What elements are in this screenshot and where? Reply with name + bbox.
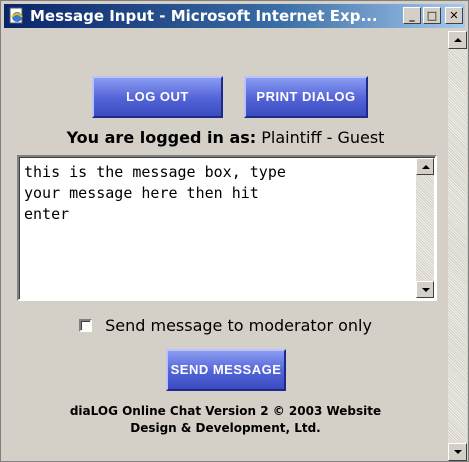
- message-scroll-up-button[interactable]: [416, 158, 434, 175]
- footer-line-1: diaLOG Online Chat Version 2 © 2003 Webs…: [69, 404, 382, 418]
- message-text[interactable]: this is the message box, type your messa…: [24, 162, 409, 225]
- scroll-down-icon: [454, 450, 462, 454]
- logout-button[interactable]: LOG OUT: [92, 76, 223, 118]
- footer-credit: diaLOG Online Chat Version 2 © 2003 Webs…: [4, 403, 447, 437]
- maximize-icon: □: [426, 9, 438, 22]
- ie-page-icon: [8, 7, 26, 25]
- message-textarea[interactable]: this is the message box, type your messa…: [17, 155, 437, 301]
- login-label: You are logged in as:: [66, 128, 257, 147]
- minimize-button[interactable]: _: [403, 7, 421, 24]
- moderator-option: Send message to moderator only: [4, 316, 447, 335]
- close-button[interactable]: ✕: [445, 7, 463, 24]
- moderator-label[interactable]: Send message to moderator only: [105, 316, 372, 335]
- page-scroll-up-button[interactable]: [448, 31, 467, 49]
- minimize-icon: _: [409, 9, 415, 22]
- window-title: Message Input - Microsoft Internet Exp..…: [30, 7, 378, 25]
- message-scroll-down-button[interactable]: [416, 281, 434, 298]
- page-scrollbar[interactable]: [448, 31, 467, 461]
- scroll-up-icon: [454, 38, 462, 42]
- print-dialog-button[interactable]: PRINT DIALOG: [244, 76, 368, 118]
- title-bar[interactable]: Message Input - Microsoft Internet Exp..…: [4, 4, 465, 28]
- moderator-checkbox[interactable]: [79, 319, 93, 332]
- page-scroll-down-button[interactable]: [448, 443, 467, 461]
- scroll-up-icon: [422, 165, 430, 169]
- send-message-button[interactable]: SEND MESSAGE: [166, 349, 286, 391]
- message-scrollbar[interactable]: [416, 158, 434, 298]
- scroll-down-icon: [422, 288, 430, 292]
- browser-window: Message Input - Microsoft Internet Exp..…: [0, 0, 469, 462]
- footer-line-2: Design & Development, Ltd.: [130, 421, 321, 435]
- close-icon: ✕: [449, 9, 459, 22]
- maximize-button[interactable]: □: [423, 7, 441, 24]
- page-content: LOG OUT PRINT DIALOG You are logged in a…: [4, 31, 447, 461]
- login-user: Plaintiff - Guest: [261, 128, 385, 147]
- login-status: You are logged in as: Plaintiff - Guest: [4, 128, 447, 147]
